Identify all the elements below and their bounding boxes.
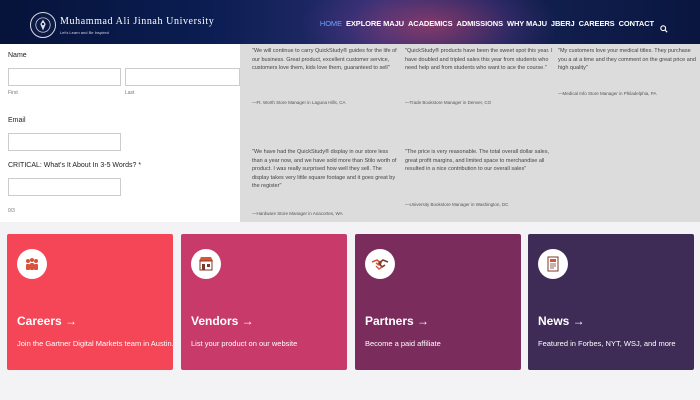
nav-contact[interactable]: CONTACT [619,19,655,28]
email-label: Email [8,117,26,124]
testimonial-quote: "The price is very reasonable. The total… [405,149,550,172]
card-description: List your product on our website [191,339,298,348]
vendors-card[interactable]: Vendors → List your product on our websi… [181,234,347,370]
crest-icon [35,17,51,33]
testimonial-attribution: —Hardware Store Manager in Anacortes, WA [252,211,343,216]
email-input[interactable] [8,133,121,151]
card-description: Featured in Forbes, NYT, WSJ, and more [538,339,676,348]
critical-label: CRITICAL: What's It About In 3-5 Words? … [8,162,142,169]
nav-academics[interactable]: ACADEMICS [408,19,453,28]
newspaper-icon [538,249,568,279]
storefront-icon [191,249,221,279]
card-title[interactable]: Vendors → [191,314,254,328]
card-title[interactable]: News → [538,314,585,328]
testimonial-attribution: —Trade Bookstore Manager in Denver, CO [405,100,492,105]
university-name[interactable]: Muhammad Ali Jinnah University [60,16,214,27]
testimonials-section: "We will continue to carry QuickStudy® g… [240,44,700,222]
nav-why-maju[interactable]: WHY MAJU [507,19,547,28]
first-name-sublabel: First [8,90,18,96]
testimonial-quote: "We have had the QuickStudy® display in … [252,149,397,189]
university-logo[interactable] [30,12,56,38]
nav-explore-maju[interactable]: EXPLORE MAJU [346,19,404,28]
partners-card[interactable]: Partners → Become a paid affiliate [355,234,521,370]
handshake-icon [365,249,395,279]
nav-careers[interactable]: CAREERS [579,19,615,28]
testimonial-quote: "My customers love your medical titles. … [558,48,696,71]
main-nav: HOME EXPLORE MAJU ACADEMICS ADMISSIONS W… [320,19,668,33]
news-card[interactable]: News → Featured in Forbes, NYT, WSJ, and… [528,234,694,370]
search-icon[interactable] [660,20,668,33]
name-label: Name [8,52,27,59]
testimonial-attribution: —Medical Info Store Manager in Philadelp… [558,91,657,96]
card-description: Become a paid affiliate [365,339,441,348]
testimonial-attribution: —University Bookstore Manager in Washing… [405,202,509,207]
testimonial-quote: "QuickStudy® products have been the swee… [405,48,553,71]
nav-admissions[interactable]: ADMISSIONS [457,19,504,28]
last-name-sublabel: Last [125,90,135,96]
team-icon [17,249,47,279]
card-title[interactable]: Careers → [17,314,77,328]
first-name-input[interactable] [8,68,121,86]
site-header: Muhammad Ali Jinnah University Let's Lea… [0,0,700,44]
nav-home[interactable]: HOME [320,19,342,28]
testimonial-quote: "We will continue to carry QuickStudy® g… [252,48,397,71]
last-name-input[interactable] [125,68,240,86]
careers-card[interactable]: Careers → Join the Gartner Digital Marke… [7,234,173,370]
testimonial-attribution: —Ft. Worth Store Manager in Laguna Hills… [252,100,346,105]
card-title[interactable]: Partners → [365,314,429,328]
nav-jberj[interactable]: JBERJ [551,19,575,28]
contact-form: Name First Last Email CRITICAL: What's I… [0,44,240,222]
university-tagline: Let's Learn and Be Inspired [60,30,109,35]
card-description: Join the Gartner Digital Markets team in… [17,339,173,348]
word-counter: 0/3 [8,208,15,214]
critical-input[interactable] [8,178,121,196]
